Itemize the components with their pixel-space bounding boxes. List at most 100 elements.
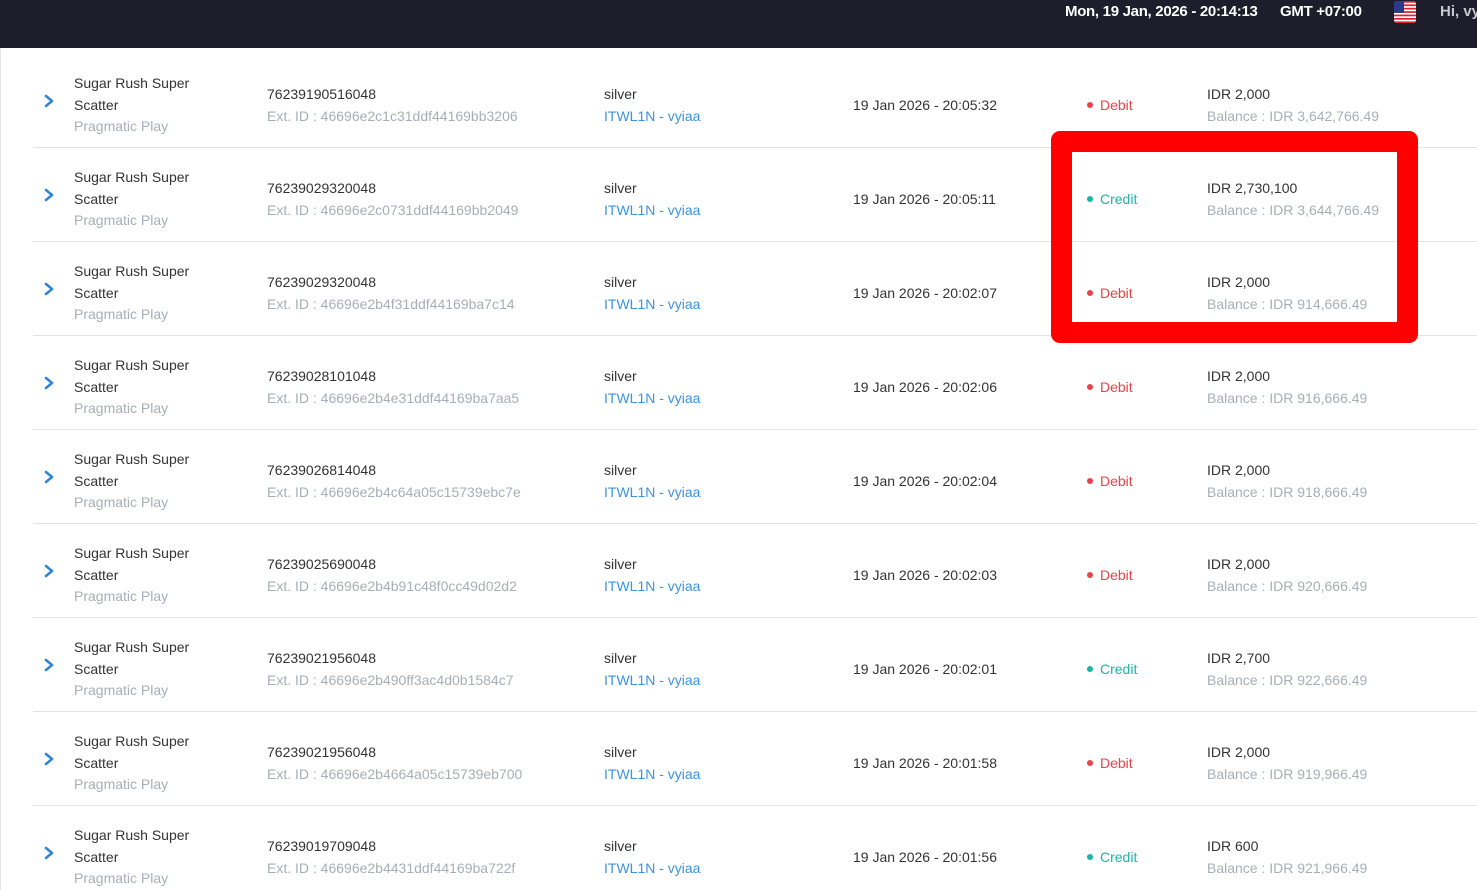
chevron-right-icon[interactable] bbox=[42, 187, 56, 203]
transaction-row[interactable]: Sugar Rush Super Scatter Pragmatic Play … bbox=[33, 524, 1477, 618]
transaction-type-label: Debit bbox=[1100, 755, 1133, 771]
transaction-datetime: 19 Jan 2026 - 20:01:56 bbox=[853, 849, 998, 865]
chevron-right-icon[interactable] bbox=[42, 375, 56, 391]
game-cell: Sugar Rush Super Scatter Pragmatic Play bbox=[74, 261, 189, 326]
transaction-id: 76239021956048 bbox=[267, 650, 377, 666]
game-name-line2: Scatter bbox=[74, 754, 119, 771]
game-name-line1: Sugar Rush Super bbox=[74, 639, 190, 655]
player-account-link[interactable]: ITWL1N - vyiaa bbox=[604, 106, 700, 128]
chevron-right-icon[interactable] bbox=[42, 93, 56, 109]
player-account-link[interactable]: ITWL1N - vyiaa bbox=[604, 294, 700, 316]
transaction-amount: IDR 2,000 bbox=[1207, 744, 1271, 760]
transaction-type-label: Debit bbox=[1100, 473, 1133, 489]
balance-after: Balance : IDR 918,666.49 bbox=[1207, 483, 1368, 500]
transaction-row[interactable]: Sugar Rush Super Scatter Pragmatic Play … bbox=[33, 148, 1477, 242]
player-account-link[interactable]: ITWL1N - vyiaa bbox=[604, 576, 700, 598]
transaction-type-badge: Credit bbox=[1087, 189, 1137, 211]
game-name-line2: Scatter bbox=[74, 472, 119, 489]
game-name-line2: Scatter bbox=[74, 378, 119, 395]
transaction-row[interactable]: Sugar Rush Super Scatter Pragmatic Play … bbox=[33, 336, 1477, 430]
status-dot-icon bbox=[1087, 478, 1093, 485]
provider-name: Pragmatic Play bbox=[74, 494, 169, 510]
player-cell: silver ITWL1N - vyiaa bbox=[604, 836, 700, 879]
transaction-type-label: Debit bbox=[1100, 97, 1133, 113]
chevron-right-icon[interactable] bbox=[42, 469, 56, 485]
status-dot-icon bbox=[1087, 572, 1093, 579]
status-dot-icon bbox=[1087, 196, 1093, 203]
external-id: Ext. ID : 46696e2b4664a05c15739eb700 bbox=[267, 765, 523, 782]
status-dot-icon bbox=[1087, 666, 1093, 673]
provider-name: Pragmatic Play bbox=[74, 682, 169, 698]
game-name-line1: Sugar Rush Super bbox=[74, 733, 190, 749]
chevron-right-icon[interactable] bbox=[42, 657, 56, 673]
balance-after: Balance : IDR 3,644,766.49 bbox=[1207, 201, 1380, 218]
transaction-row[interactable]: Sugar Rush Super Scatter Pragmatic Play … bbox=[33, 242, 1477, 336]
transaction-id: 76239025690048 bbox=[267, 556, 377, 572]
player-account-link[interactable]: ITWL1N - vyiaa bbox=[604, 388, 700, 410]
transaction-id: 76239190516048 bbox=[267, 86, 377, 102]
status-dot-icon bbox=[1087, 290, 1093, 297]
transaction-amount: IDR 2,700 bbox=[1207, 650, 1271, 666]
game-cell: Sugar Rush Super Scatter Pragmatic Play bbox=[74, 73, 189, 138]
transaction-type-badge: Debit bbox=[1087, 95, 1133, 117]
balance-after: Balance : IDR 3,642,766.49 bbox=[1207, 107, 1380, 124]
transaction-datetime: 19 Jan 2026 - 20:05:32 bbox=[853, 97, 998, 113]
transaction-amount: IDR 2,000 bbox=[1207, 368, 1271, 384]
player-account-link[interactable]: ITWL1N - vyiaa bbox=[604, 200, 700, 222]
transaction-type-badge: Debit bbox=[1087, 377, 1133, 399]
game-name-line1: Sugar Rush Super bbox=[74, 169, 190, 185]
player-cell: silver ITWL1N - vyiaa bbox=[604, 84, 700, 127]
player-account-link[interactable]: ITWL1N - vyiaa bbox=[604, 858, 700, 880]
player-account-link[interactable]: ITWL1N - vyiaa bbox=[604, 482, 700, 504]
amount-cell: IDR 2,000 Balance : IDR 3,642,766.49 bbox=[1207, 84, 1379, 127]
game-name-line2: Scatter bbox=[74, 190, 119, 207]
transaction-row[interactable]: Sugar Rush Super Scatter Pragmatic Play … bbox=[33, 712, 1477, 806]
status-dot-icon bbox=[1087, 102, 1093, 109]
transaction-row[interactable]: Sugar Rush Super Scatter Pragmatic Play … bbox=[33, 618, 1477, 712]
player-level: silver bbox=[604, 180, 637, 196]
player-level: silver bbox=[604, 556, 637, 572]
user-greeting[interactable]: Hi, vy bbox=[1440, 3, 1477, 20]
amount-cell: IDR 2,730,100 Balance : IDR 3,644,766.49 bbox=[1207, 178, 1379, 221]
player-level: silver bbox=[604, 86, 637, 102]
player-account-link[interactable]: ITWL1N - vyiaa bbox=[604, 764, 700, 786]
chevron-right-icon[interactable] bbox=[42, 281, 56, 297]
transaction-row[interactable]: Sugar Rush Super Scatter Pragmatic Play … bbox=[33, 430, 1477, 524]
provider-name: Pragmatic Play bbox=[74, 212, 169, 228]
game-name-line1: Sugar Rush Super bbox=[74, 545, 190, 561]
provider-name: Pragmatic Play bbox=[74, 776, 169, 792]
transaction-id: 76239028101048 bbox=[267, 368, 377, 384]
top-bar: Mon, 19 Jan, 2026 - 20:14:13 GMT +07:00 … bbox=[0, 0, 1477, 48]
player-level: silver bbox=[604, 462, 637, 478]
chevron-right-icon[interactable] bbox=[42, 751, 56, 767]
transaction-id-cell: 76239021956048 Ext. ID : 46696e2b4664a05… bbox=[267, 742, 522, 785]
player-level: silver bbox=[604, 650, 637, 666]
balance-after: Balance : IDR 922,666.49 bbox=[1207, 671, 1368, 688]
transaction-type-label: Debit bbox=[1100, 379, 1133, 395]
us-flag-icon[interactable] bbox=[1394, 1, 1416, 23]
game-name-line1: Sugar Rush Super bbox=[74, 827, 190, 843]
transaction-id: 76239026814048 bbox=[267, 462, 377, 478]
transaction-datetime: 19 Jan 2026 - 20:02:03 bbox=[853, 567, 998, 583]
transaction-row[interactable]: Sugar Rush Super Scatter Pragmatic Play … bbox=[33, 806, 1477, 890]
chevron-right-icon[interactable] bbox=[42, 845, 56, 861]
transaction-type-badge: Debit bbox=[1087, 753, 1133, 775]
game-cell: Sugar Rush Super Scatter Pragmatic Play bbox=[74, 543, 189, 608]
player-cell: silver ITWL1N - vyiaa bbox=[604, 178, 700, 221]
transaction-datetime: 19 Jan 2026 - 20:05:11 bbox=[853, 191, 996, 207]
chevron-right-icon[interactable] bbox=[42, 563, 56, 579]
game-name-line2: Scatter bbox=[74, 660, 119, 677]
transaction-id: 76239021956048 bbox=[267, 744, 377, 760]
transaction-id-cell: 76239025690048 Ext. ID : 46696e2b4b91c48… bbox=[267, 554, 517, 597]
transaction-row[interactable]: Sugar Rush Super Scatter Pragmatic Play … bbox=[33, 54, 1477, 148]
amount-cell: IDR 2,000 Balance : IDR 920,666.49 bbox=[1207, 554, 1367, 597]
player-account-link[interactable]: ITWL1N - vyiaa bbox=[604, 670, 700, 692]
transaction-amount: IDR 2,730,100 bbox=[1207, 180, 1298, 196]
external-id: Ext. ID : 46696e2c1c31ddf44169bb3206 bbox=[267, 107, 518, 124]
provider-name: Pragmatic Play bbox=[74, 118, 169, 134]
external-id: Ext. ID : 46696e2b4b91c48f0cc49d02d2 bbox=[267, 577, 517, 594]
provider-name: Pragmatic Play bbox=[74, 306, 169, 322]
transaction-type-badge: Debit bbox=[1087, 471, 1133, 493]
player-cell: silver ITWL1N - vyiaa bbox=[604, 742, 700, 785]
transaction-type-label: Credit bbox=[1100, 191, 1138, 207]
